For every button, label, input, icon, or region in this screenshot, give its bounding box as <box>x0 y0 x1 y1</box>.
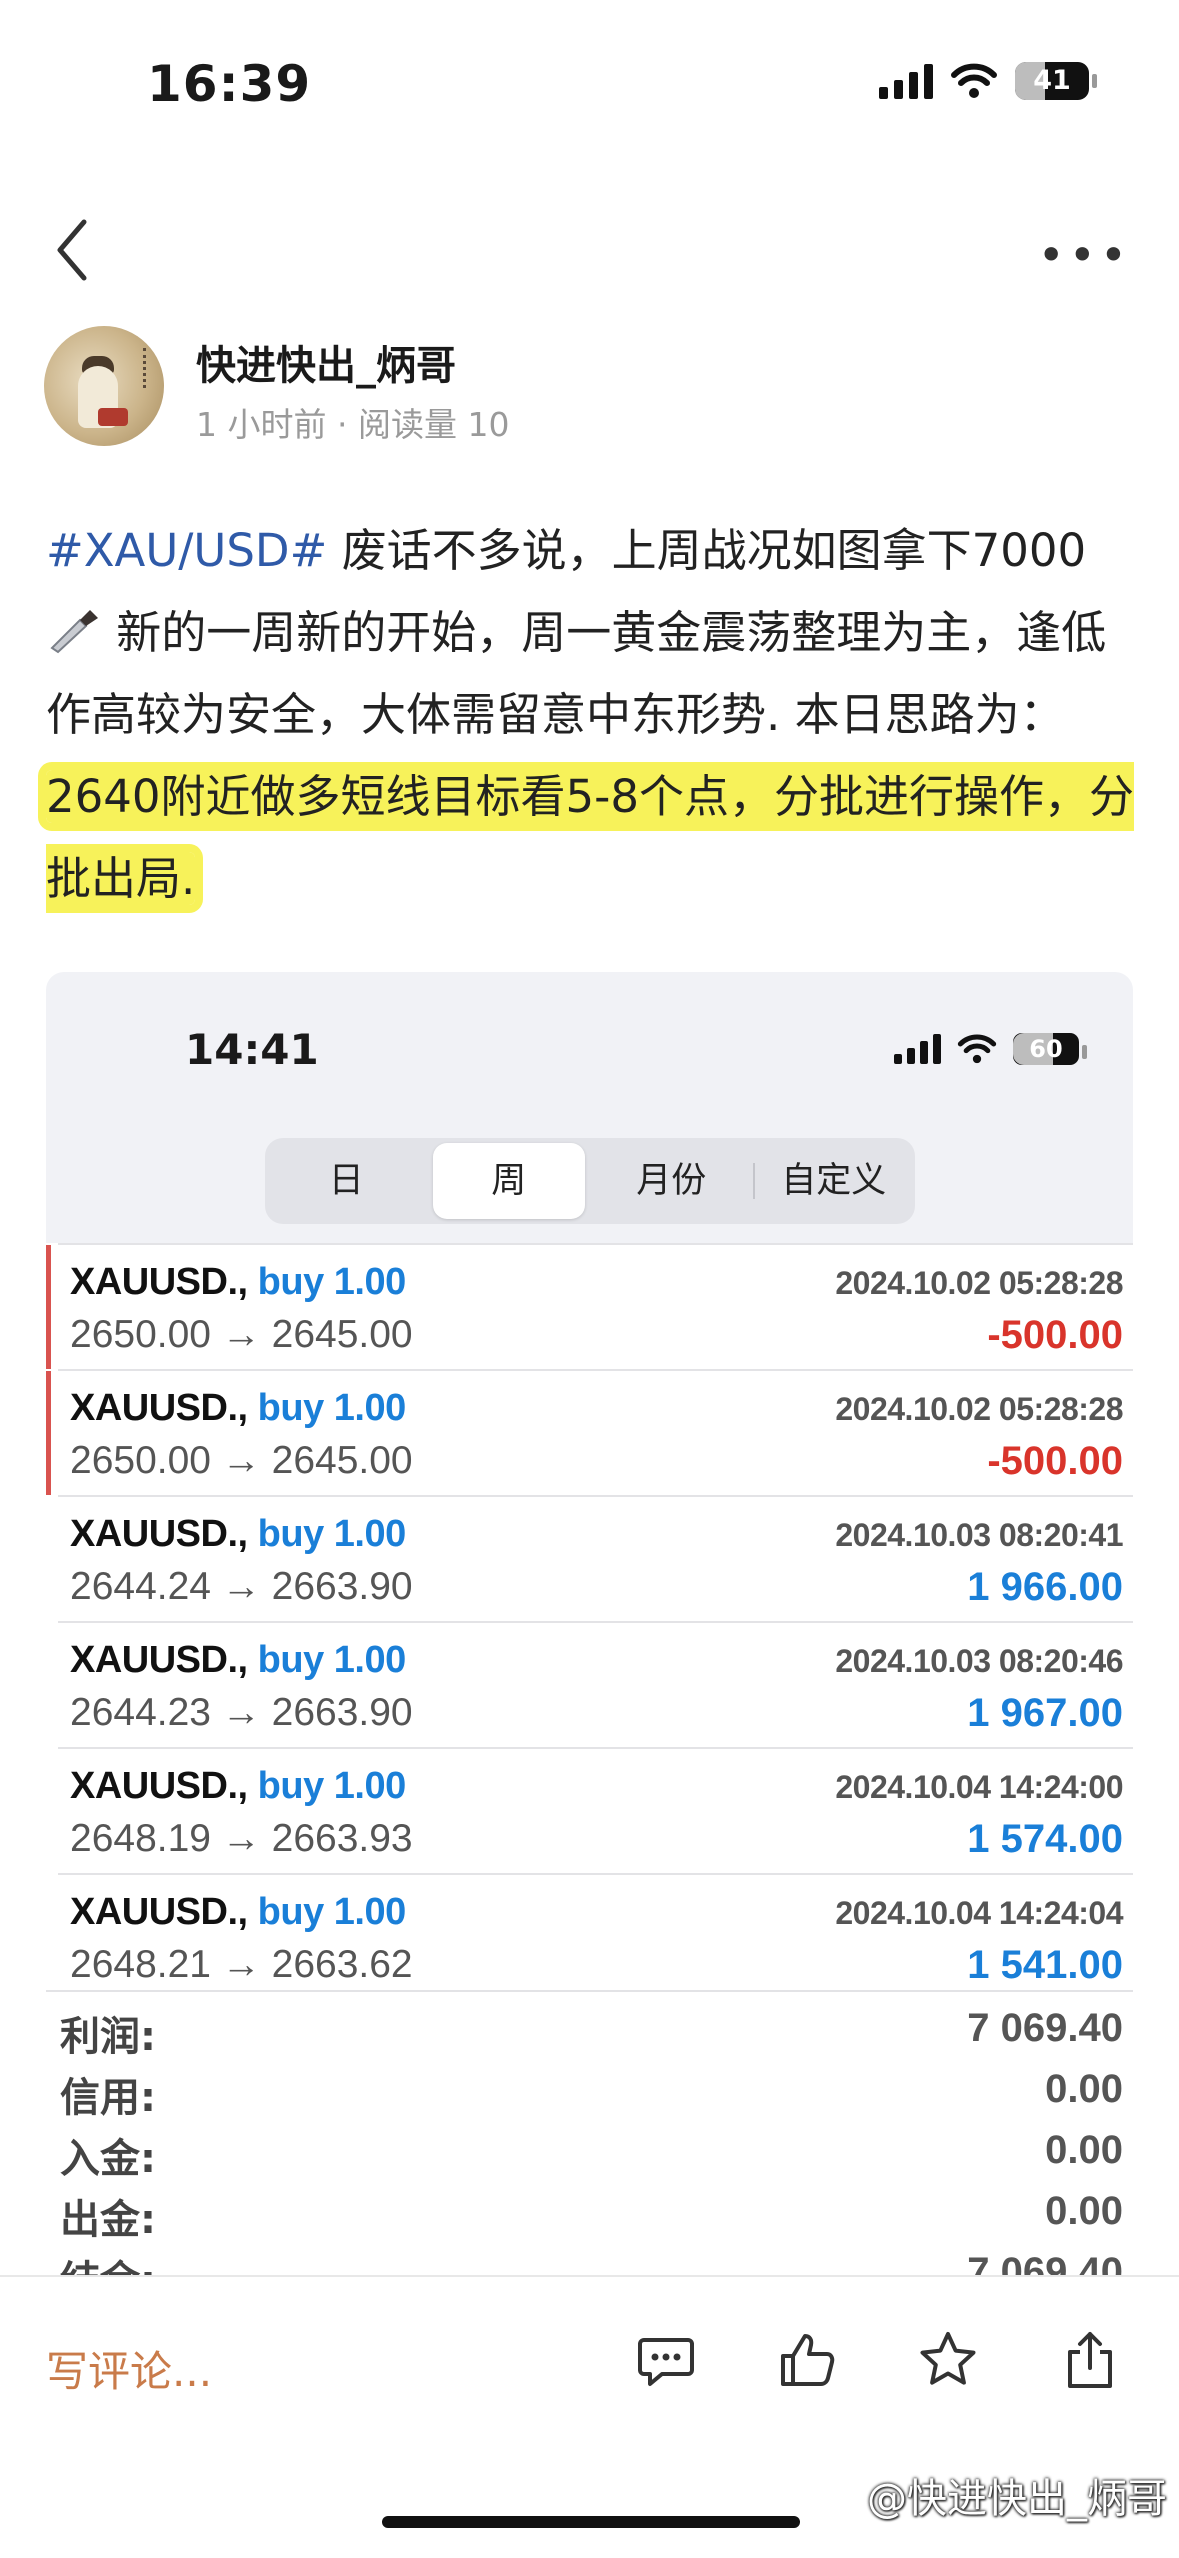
share-icon[interactable] <box>1058 2328 1122 2392</box>
trade-profit: 1 574.00 <box>967 1817 1123 1861</box>
trade-datetime: 2024.10.03 08:20:46 <box>835 1643 1123 1679</box>
summary-value: 0.00 <box>1045 2067 1123 2111</box>
status-time: 16:39 <box>147 55 312 113</box>
trade-row[interactable]: XAUUSD., buy 1.00 2648.19 → 2663.93 2024… <box>58 1747 1133 1873</box>
wifi-icon <box>957 1034 997 1064</box>
more-dots-icon[interactable]: ••• <box>1038 232 1131 278</box>
trade-list: XAUUSD., buy 1.00 2650.00 → 2645.00 2024… <box>46 1243 1133 1999</box>
post-body: #XAU/USD# 废话不多说，上周战况如图拿下7000 新的一周新的开始，周一… <box>46 510 1136 920</box>
trade-row[interactable]: XAUUSD., buy 1.00 2650.00 → 2645.00 2024… <box>46 1369 1133 1495</box>
tab-month[interactable]: 月份 <box>595 1143 748 1219</box>
trade-row[interactable]: XAUUSD., buy 1.00 2644.24 → 2663.90 2024… <box>58 1495 1133 1621</box>
trade-profit: -500.00 <box>987 1313 1123 1357</box>
period-tabs: 日 周 月份 自定义 <box>265 1138 915 1224</box>
battery-icon: 60 <box>1013 1033 1087 1065</box>
status-icons: 41 <box>879 62 1097 100</box>
home-indicator[interactable] <box>382 2516 800 2528</box>
trade-datetime: 2024.10.02 05:28:28 <box>835 1391 1123 1427</box>
avatar[interactable] <box>44 326 164 446</box>
summary-row: 利润: 7 069.40 <box>46 1992 1133 2060</box>
trade-side: buy 1.00 <box>257 1891 407 1933</box>
trade-profit: 1 541.00 <box>967 1943 1123 1987</box>
trade-prices: 2644.24 → 2663.90 <box>70 1565 413 1608</box>
trade-profit: -500.00 <box>987 1439 1123 1483</box>
tab-custom[interactable]: 自定义 <box>752 1143 911 1219</box>
trade-side: buy 1.00 <box>257 1513 407 1555</box>
screenshot-status-icons: 60 <box>894 1033 1087 1065</box>
trade-side: buy 1.00 <box>257 1765 407 1807</box>
trade-prices: 2650.00 → 2645.00 <box>70 1439 413 1482</box>
trade-profit: 1 967.00 <box>967 1691 1123 1735</box>
trade-prices: 2648.19 → 2663.93 <box>70 1817 413 1860</box>
like-icon[interactable] <box>775 2328 839 2392</box>
summary-value: 7 069.40 <box>967 2250 1123 2277</box>
post-text-2: 新的一周新的开始，周一黄金震荡整理为主，逢低作高较为安全，大体需留意中东形势. … <box>46 606 1107 741</box>
post-meta: 1 小时前 · 阅读量 10 <box>196 405 510 444</box>
battery-icon: 41 <box>1015 62 1097 100</box>
hashtag-link[interactable]: #XAU/USD# <box>46 524 327 577</box>
comment-icon[interactable] <box>634 2328 698 2392</box>
comment-input[interactable]: 写评论... <box>46 2338 212 2399</box>
post-text-1: 废话不多说，上周战况如图拿下7000 <box>327 524 1087 577</box>
summary-row: 入金: 0.00 <box>46 2114 1133 2182</box>
summary-label: 结余: <box>60 2248 156 2277</box>
watermark: @快进快出_炳哥 <box>867 2476 1167 2522</box>
tab-week[interactable]: 周 <box>432 1143 585 1219</box>
summary-value: 0.00 <box>1045 2128 1123 2172</box>
trade-row[interactable]: XAUUSD., buy 1.00 2644.23 → 2663.90 2024… <box>58 1621 1133 1747</box>
screenshot-status-time: 14:41 <box>185 1025 319 1074</box>
tab-day[interactable]: 日 <box>270 1143 423 1219</box>
author-name[interactable]: 快进快出_炳哥 <box>196 333 456 391</box>
trade-datetime: 2024.10.02 05:28:28 <box>835 1265 1123 1301</box>
highlighted-strategy: 2640附近做多短线目标看5-8个点，分批进行操作，分批出局. <box>46 770 1135 905</box>
trade-side: buy 1.00 <box>257 1387 407 1429</box>
wifi-icon <box>951 63 997 98</box>
summary-value: 0.00 <box>1045 2189 1123 2233</box>
star-icon[interactable] <box>916 2328 980 2392</box>
trade-side: buy 1.00 <box>257 1639 407 1681</box>
trade-symbol: XAUUSD., <box>70 1765 248 1807</box>
trade-row[interactable]: XAUUSD., buy 1.00 2650.00 → 2645.00 2024… <box>46 1243 1133 1369</box>
summary-row: 结余: 7 069.40 <box>46 2236 1133 2277</box>
trade-datetime: 2024.10.04 14:24:00 <box>835 1769 1123 1805</box>
summary-row: 出金: 0.00 <box>46 2175 1133 2243</box>
summary-value: 7 069.40 <box>967 2006 1123 2050</box>
trade-row[interactable]: XAUUSD., buy 1.00 2648.21 → 2663.62 2024… <box>58 1873 1133 1999</box>
trade-symbol: XAUUSD., <box>70 1387 248 1429</box>
battery-level: 60 <box>1029 1035 1063 1063</box>
trade-symbol: XAUUSD., <box>70 1261 248 1303</box>
chevron-left-icon[interactable] <box>46 210 106 290</box>
trade-side: buy 1.00 <box>257 1261 407 1303</box>
trade-datetime: 2024.10.03 08:20:41 <box>835 1517 1123 1553</box>
trade-profit: 1 966.00 <box>967 1565 1123 1609</box>
trade-datetime: 2024.10.04 14:24:04 <box>835 1895 1123 1931</box>
account-summary: 利润: 7 069.40 信用: 0.00 入金: 0.00 出金: 0.00 … <box>46 1990 1133 2277</box>
signal-icon <box>879 63 933 99</box>
trade-prices: 2648.21 → 2663.62 <box>70 1943 413 1986</box>
knife-emoji-icon <box>50 610 98 654</box>
signal-icon <box>894 1034 941 1064</box>
summary-row: 信用: 0.00 <box>46 2053 1133 2121</box>
trade-symbol: XAUUSD., <box>70 1639 248 1681</box>
trade-symbol: XAUUSD., <box>70 1891 248 1933</box>
trade-symbol: XAUUSD., <box>70 1513 248 1555</box>
trade-prices: 2650.00 → 2645.00 <box>70 1313 413 1356</box>
trade-prices: 2644.23 → 2663.90 <box>70 1691 413 1734</box>
battery-level: 41 <box>1033 65 1071 96</box>
